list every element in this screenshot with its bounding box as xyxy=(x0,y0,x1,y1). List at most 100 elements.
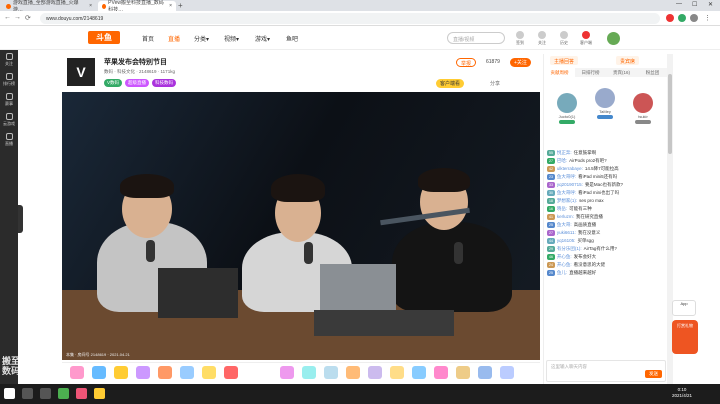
client-button[interactable]: 客户端 xyxy=(575,31,597,46)
chat-username[interactable]: 鱼大哥: xyxy=(557,222,572,227)
gift-item[interactable] xyxy=(324,366,338,379)
close-icon[interactable]: × xyxy=(169,3,172,9)
room-logo[interactable]: V xyxy=(67,58,95,86)
task-view-icon[interactable] xyxy=(40,388,51,399)
gift-item[interactable] xyxy=(346,366,360,379)
gift-item[interactable] xyxy=(478,366,492,379)
room-tag[interactable]: V数码 xyxy=(104,79,123,87)
reload-icon[interactable]: ⟳ xyxy=(25,14,31,22)
search-input[interactable]: 直播/视频 xyxy=(447,32,505,44)
report-button[interactable]: 举报 xyxy=(456,58,477,67)
gift-item[interactable] xyxy=(302,366,316,379)
site-logo[interactable]: 斗鱼 xyxy=(88,31,120,44)
minimize-icon[interactable]: — xyxy=(676,1,682,7)
room-tag[interactable]: 科技数码 xyxy=(152,79,177,87)
sidebar-item-follow[interactable]: 关注 xyxy=(0,50,18,70)
tab-vip[interactable]: 贵宾(16) xyxy=(606,68,637,77)
chat-username[interactable]: 开心鱼: xyxy=(557,254,572,259)
browser-tab-active[interactable]: PVew搬至科技直播_数码科技… × xyxy=(98,0,176,13)
folder-icon[interactable] xyxy=(94,388,105,399)
gift-item[interactable] xyxy=(456,366,470,379)
url-field[interactable]: www.douyu.com/2148619 xyxy=(40,13,660,24)
sidebar-item-live[interactable]: 直播 xyxy=(0,130,18,150)
chat-username[interactable]: 鱼大哥呼: xyxy=(557,190,576,195)
chat-username[interactable]: 悦正奔: xyxy=(557,150,572,155)
gift-item[interactable] xyxy=(136,366,150,379)
nav-fishbar[interactable]: 鱼吧 xyxy=(286,34,298,43)
tab-vip-seats[interactable]: 贵宾席 xyxy=(616,56,640,65)
close-window-icon[interactable]: ✕ xyxy=(708,1,713,8)
sidebar-collapse-handle[interactable] xyxy=(18,205,23,233)
user-avatar[interactable] xyxy=(607,32,620,45)
gift-item[interactable] xyxy=(202,366,216,379)
taskbar-clock[interactable]: 0:10 2021/4/21 xyxy=(672,387,692,399)
share-button[interactable]: 分享 xyxy=(486,79,504,88)
gift-item[interactable] xyxy=(280,366,294,379)
new-tab-button[interactable]: + xyxy=(178,1,183,10)
follow-button[interactable]: +关注 xyxy=(510,58,531,67)
gift-item[interactable] xyxy=(92,366,106,379)
chat-username[interactable]: kerluzm: xyxy=(557,214,574,219)
chat-username[interactable]: 鱼大哥呼: xyxy=(557,174,576,179)
profile-icon[interactable] xyxy=(690,14,698,22)
tab-fans[interactable]: 粉丝团 xyxy=(637,68,668,77)
chat-username[interactable]: yuki6611: xyxy=(557,230,576,235)
client-watch-button[interactable]: 客户端看 xyxy=(436,79,465,88)
rank-podium-3[interactable]: tsukir xyxy=(628,93,658,124)
browser-menu-icon[interactable]: ⋮ xyxy=(704,14,711,22)
gift-item[interactable] xyxy=(158,366,172,379)
browser-tab[interactable]: 游戏直播_全部游戏直播_火爆游… × xyxy=(2,0,96,13)
nav-home[interactable]: 首页 xyxy=(142,34,154,43)
chat-username[interactable]: 有分乐团(1): xyxy=(557,246,582,251)
extension-icon[interactable] xyxy=(666,14,674,22)
gift-item[interactable] xyxy=(390,366,404,379)
sidebar-item-events[interactable]: 赛事 xyxy=(0,90,18,110)
windows-start-icon[interactable] xyxy=(4,388,15,399)
chat-input[interactable]: 这里输入聊天内容 发送 xyxy=(546,360,666,382)
rank-podium-1[interactable]: TaMey xyxy=(590,88,620,119)
chat-username[interactable]: 晓岳: xyxy=(557,206,567,211)
chat-username[interactable]: 鱼儿: xyxy=(557,270,567,275)
gift-item[interactable] xyxy=(114,366,128,379)
follow-button[interactable]: 关注 xyxy=(531,31,553,46)
nav-games[interactable]: 游戏▾ xyxy=(255,34,270,43)
chat-username[interactable]: yq16105: xyxy=(557,238,576,243)
maximize-icon[interactable]: ☐ xyxy=(692,1,697,8)
close-icon[interactable]: × xyxy=(89,3,92,9)
checkin-button[interactable]: 签到 xyxy=(509,31,531,46)
extension-icon[interactable] xyxy=(678,14,686,22)
app-icon[interactable] xyxy=(76,388,87,399)
app-download-float[interactable]: App xyxy=(672,300,696,316)
nav-live[interactable]: 直播 xyxy=(168,34,180,43)
nav-category[interactable]: 分类▾ xyxy=(194,34,209,43)
chat-username[interactable]: ulkterrabaye: xyxy=(557,166,583,171)
room-tag[interactable]: 超级直播 xyxy=(125,79,150,87)
gift-item[interactable] xyxy=(412,366,426,379)
chrome-icon[interactable] xyxy=(58,388,69,399)
chat-username[interactable]: 巴哈: xyxy=(557,158,567,163)
sidebar-item-cloud-game[interactable]: 云游戏 xyxy=(0,110,18,130)
sidebar-item-rank[interactable]: 排行榜 xyxy=(0,70,18,90)
tab-daily-rank[interactable]: 日排行榜 xyxy=(575,68,606,77)
gift-item[interactable] xyxy=(70,366,84,379)
send-button[interactable]: 发送 xyxy=(645,370,662,378)
chat-username[interactable]: 开心鱼: xyxy=(557,262,572,267)
chat-list[interactable]: 55 悦正奔: 任意鼓掌啊 27 巴哈: AirPods pro2有吧? 42 ulkterr… xyxy=(544,149,668,354)
gift-item[interactable] xyxy=(500,366,514,379)
gift-item[interactable] xyxy=(180,366,194,379)
history-button[interactable]: 历史 xyxy=(553,31,575,46)
nav-video[interactable]: 视频▾ xyxy=(224,34,239,43)
search-icon[interactable] xyxy=(22,388,33,399)
gift-item[interactable] xyxy=(224,366,238,379)
tab-host-answers[interactable]: 主播回答 xyxy=(550,56,579,65)
scrollbar-thumb[interactable] xyxy=(668,74,672,154)
gift-item[interactable] xyxy=(368,366,382,379)
back-icon[interactable]: ← xyxy=(4,14,11,21)
forward-icon[interactable]: → xyxy=(14,14,21,21)
tab-weekly-rank[interactable]: 贡献周榜 xyxy=(544,68,575,77)
gift-float-button[interactable]: 打赏礼物 xyxy=(672,320,698,354)
chat-username[interactable]: yq20190715: xyxy=(557,182,583,187)
chat-username[interactable]: 梦想家(1): xyxy=(557,198,577,203)
video-player[interactable]: 本集 · 房间号 2148619 · 2021.04.21 xyxy=(62,92,540,360)
rank-podium-2[interactable]: Jucto0(1) xyxy=(552,93,582,124)
